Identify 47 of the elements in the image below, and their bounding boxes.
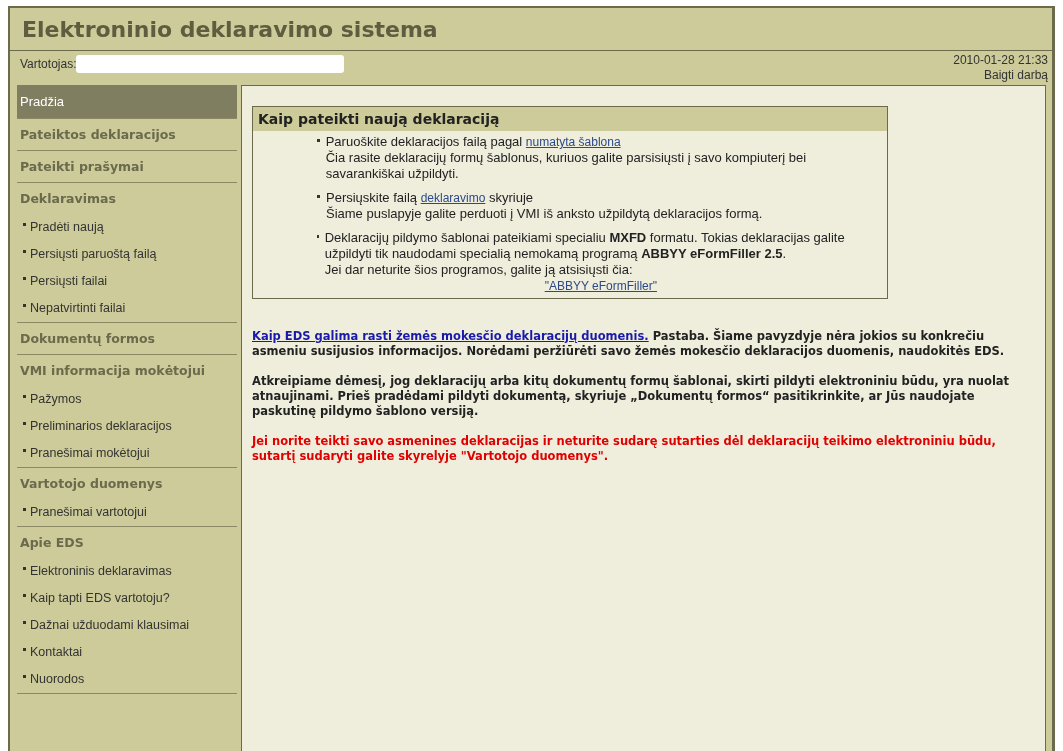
sidebar-item[interactable]: Dažnai užduodami klausimai: [17, 612, 237, 639]
sidebar-item[interactable]: Kontaktai: [17, 639, 237, 666]
sidebar-item[interactable]: Preliminarios deklaracijos: [17, 413, 237, 440]
link[interactable]: "ABBYY eFormFiller": [544, 279, 657, 293]
sidebar-item[interactable]: Persiųsti failai: [17, 268, 237, 295]
sidebar-item[interactable]: Persiųsti paruoštą failą: [17, 241, 237, 268]
bullet-icon: [23, 449, 26, 452]
sidebar-section[interactable]: Pradžia: [17, 85, 237, 118]
sidebar-item[interactable]: Pranešimai vartotojui: [17, 499, 237, 526]
instruction-text: Jei dar neturite šios programos, galite ją atsisiųsti čia:: [324, 262, 634, 278]
sidebar-item[interactable]: Elektroninis deklaravimas: [17, 558, 237, 585]
bullet-icon: [23, 304, 26, 307]
bullet-icon: [23, 594, 26, 597]
box-title: Kaip pateikti naują deklaraciją: [253, 107, 887, 131]
sidebar-item[interactable]: Kaip tapti EDS vartotoju?: [17, 585, 237, 612]
sidebar-item[interactable]: Pradėti naują: [17, 214, 237, 241]
warning-text: Jei norite teikti savo asmenines deklaracijas ir neturite sudarę sutarties dėl deklaracijų teikimo elektroniniu būdu, sutartį sudaryti galite skyrelyje "Vartotojo duomenys".: [252, 434, 997, 464]
date-time: 2010-01-28 21:33: [953, 53, 1048, 68]
instruction-text: Čia rasite deklaracijų formų šablonus, kuriuos galite parsisiųsti į savo kompiuterį bei savarankiškai užpildyti.: [325, 150, 808, 182]
link[interactable]: deklaravimo: [420, 191, 486, 205]
sidebar-item[interactable]: Pranešimai mokėtojui: [17, 440, 237, 467]
instruction-text: Šiame puslapyje galite perduoti į VMI iš anksto užpildytą deklaracijos formą.: [326, 206, 763, 222]
link[interactable]: numatyta šablona: [525, 135, 621, 149]
instruction-text: Deklaracijų pildymo šablonai pateikiami specialiu MXFD formatu. Tokias deklaracijas galite užpildyti tik naudodami specialią nemokamą programą ABBYY eFormFiller 2.5.: [324, 230, 846, 262]
instruction-text: Persiųskite failą deklaravimo skyriuje: [326, 190, 535, 206]
notice-text: Atkreipiame dėmesį, jog deklaracijų arba kitų dokumentų formų šablonai, skirti pildyti elektroniniu būdu, yra nuolat atnaujinami. Prieš pradėdami pildyti dokumentą, skyriuje „Dokumentų formos“ pasitikrinkite, ar Jūs naudojate paskutinę pildymo šablono versiją.: [252, 374, 1011, 419]
bullet-icon: [23, 395, 26, 398]
user-label: Vartotojas:: [20, 57, 77, 71]
site-title: Elektroninio deklaravimo sistema: [22, 16, 438, 42]
logout-link[interactable]: Baigti darbą: [983, 68, 1048, 83]
bullet-icon: [23, 621, 26, 624]
bullet-icon: [317, 195, 320, 198]
notice-text: Kaip EDS galima rasti žemės mokesčio deklaracijų duomenis. Pastaba. Šiame pavyzdyje nėra jokios su konkrečiu asmeniu susijusios informacijos. Norėdami peržiūrėti savo žemės mokesčio deklaracijos duomenis, naudokitės EDS.: [252, 329, 1006, 359]
bullet-icon: [23, 277, 26, 280]
bullet-icon: [23, 250, 26, 253]
bullet-icon: [23, 422, 26, 425]
bullet-icon: [23, 675, 26, 678]
sidebar-item[interactable]: Pažymos: [17, 386, 237, 413]
bullet-icon: [23, 648, 26, 651]
bullet-icon: [23, 223, 26, 226]
sidebar-item[interactable]: Nepatvirtinti failai: [17, 295, 237, 322]
sidebar-item[interactable]: Nuorodos: [17, 666, 237, 693]
instruction-text: Paruoškite deklaracijos failą pagal numatyta šablona: [325, 134, 622, 150]
link[interactable]: Kaip EDS galima rasti žemės mokesčio deklaracijų duomenis.: [252, 329, 649, 343]
bullet-icon: [317, 139, 320, 142]
bullet-icon: [23, 567, 26, 570]
bullet-icon: [23, 508, 26, 511]
